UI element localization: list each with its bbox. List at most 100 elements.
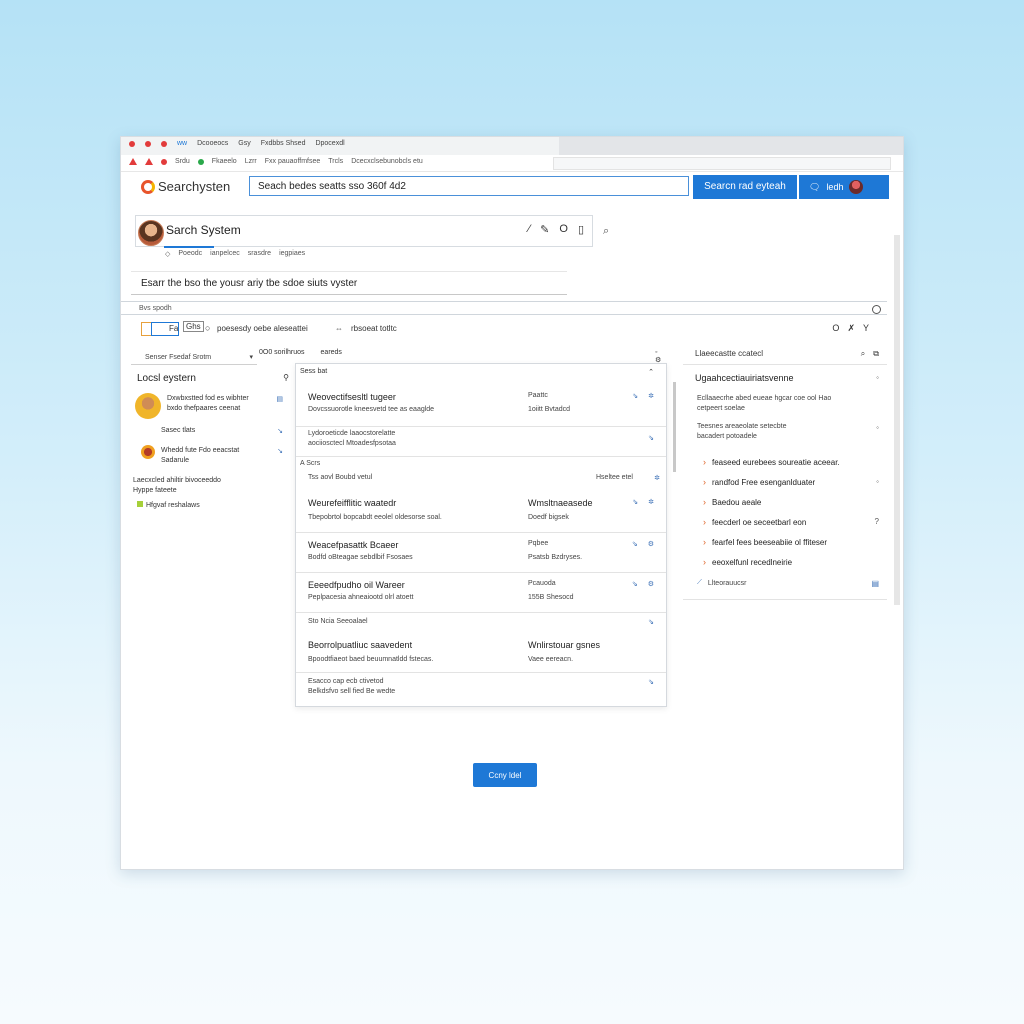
info-icon[interactable]: ? <box>875 517 879 526</box>
info-icon[interactable]: ◦ <box>876 373 879 382</box>
subtitle-item-2[interactable]: ianpelcec <box>210 250 240 258</box>
pin-icon[interactable]: ⚲ <box>283 373 289 382</box>
related-link[interactable]: › fearfel fees beeseabiie ol ffiteser <box>703 537 827 547</box>
avatar[interactable] <box>138 220 164 246</box>
star-icon[interactable]: ✲ <box>654 474 660 482</box>
table-row[interactable]: Weacefpasattk Bcaeer Bodfd oBteagae sebd… <box>296 532 666 573</box>
circle-icon[interactable]: O <box>559 223 568 236</box>
doc-icon[interactable]: ▤ <box>276 395 283 403</box>
info-icon[interactable]: ◦ <box>876 423 879 432</box>
close-dot-icon[interactable] <box>129 140 135 147</box>
chevron-right-icon: › <box>703 517 706 527</box>
related-link[interactable]: › eeoxelfunl recedlneirie <box>703 557 792 567</box>
logo[interactable]: Searchysten <box>141 179 230 194</box>
table-row[interactable]: Eeeedfpudho oil Wareer Peplpacesia ahnea… <box>296 572 666 613</box>
related-link[interactable]: › feecderl oe seceetbarl eon <box>703 517 806 527</box>
tag-icon[interactable]: ⇘ <box>632 392 638 400</box>
result-title[interactable]: Weovectifsesltl tugeer <box>308 392 396 402</box>
toggle-icon[interactable]: ⇔ <box>335 324 343 333</box>
user-avatar[interactable] <box>849 180 864 194</box>
toolbar-control-2[interactable]: ✗ <box>847 323 855 334</box>
app-header: Searchysten Seach bedes seatts sso 360f … <box>121 173 903 205</box>
toolbar-control-1[interactable]: O <box>832 323 839 334</box>
bookmark-3[interactable]: Lzrr <box>245 158 257 165</box>
related-link[interactable]: › Baedou aeale <box>703 497 761 507</box>
tab-2[interactable]: Dcooeocs <box>197 140 228 147</box>
settings-icon[interactable]: ⚙ <box>648 540 654 548</box>
bookmark-4[interactable]: Fxx pauaoffmfsee <box>265 158 321 165</box>
table-row[interactable]: Weurefeifflitic waatedr Tbepobrtol bopca… <box>296 490 666 533</box>
related-footer[interactable]: ⟋ Llteorauucsr <box>697 579 746 587</box>
list-item[interactable]: Sasec tlats ↘ <box>131 427 291 439</box>
header-icons-label[interactable]: ledh <box>826 182 843 192</box>
tag-icon[interactable]: ⇘ <box>632 498 638 506</box>
expand-icon[interactable]: ⧉ <box>873 345 879 363</box>
bookmark-1[interactable]: Srdu <box>175 158 190 165</box>
table-row[interactable]: Lydoroeticde laaocstorelatte aociiosctec… <box>296 426 666 457</box>
scrollbar[interactable] <box>894 235 900 605</box>
info-icon[interactable]: ◦ <box>876 477 879 486</box>
star-icon[interactable]: ✲ <box>648 498 654 506</box>
tab-1[interactable]: ww <box>177 140 187 147</box>
table-row[interactable]: Esacco cap ecb ctivetod Belkdsfvo sell f… <box>296 672 666 704</box>
tag-icon[interactable]: ⇘ <box>632 540 638 548</box>
search-button[interactable]: Searcn rad eyteah <box>693 175 797 199</box>
related-link[interactable]: › randfod Free esenganlduater <box>703 477 815 487</box>
list-item[interactable]: Laecxcled ahiltir bivoceeddo Hyppe fatee… <box>131 475 291 499</box>
tab-chip[interactable]: Ghs <box>183 321 204 332</box>
bookmark-6[interactable]: Dcecxclsebunobcls etu <box>351 158 423 165</box>
list-item[interactable]: Dxwbxstted fod es wibhter bxdo thefpaare… <box>131 393 291 421</box>
tab-4[interactable]: Fxdbbs Shsed <box>261 140 306 147</box>
settings-icon[interactable]: ◦ ⚙ <box>655 349 661 364</box>
doc-icon[interactable]: ▤ <box>871 579 879 588</box>
list-item[interactable]: Hfgvaf reshalaws <box>131 501 291 513</box>
search-icon[interactable]: ⌕ <box>861 345 865 363</box>
settings-icon[interactable]: ⚙ <box>648 580 654 588</box>
star-icon[interactable]: ✲ <box>648 392 654 400</box>
left-dropdown[interactable]: Senser Fsedaf Srotm ▾ <box>131 351 257 365</box>
radio-icon[interactable]: ○ <box>205 323 210 333</box>
related-link[interactable]: › feaseed eurebees soureatie aceear. <box>703 457 840 467</box>
result-title[interactable]: Eeeedfpudho oil Wareer <box>308 580 405 590</box>
tab-3[interactable]: Gsy <box>238 140 250 147</box>
tag-icon[interactable]: ⇘ <box>632 580 638 588</box>
link-icon[interactable]: ↘ <box>277 427 283 435</box>
result-title[interactable]: Weacefpasattk Bcaeer <box>308 540 398 550</box>
subtitle-item-1[interactable]: Poeodc <box>178 250 202 258</box>
table-row[interactable]: Weovectifsesltl tugeer Dovcssuorotle kne… <box>296 380 666 427</box>
bookmark-2[interactable]: Fkaeelo <box>212 158 237 165</box>
results-sort[interactable]: eareds <box>321 349 342 356</box>
toolbar-control-3[interactable]: Y <box>863 323 869 334</box>
radio-icon[interactable] <box>872 305 881 314</box>
url-field[interactable] <box>553 157 891 170</box>
link-icon[interactable]: ⇘ <box>648 678 654 686</box>
subtitle-item-3[interactable]: srasdre <box>248 250 271 258</box>
results-count: 0O0 sorilhruos <box>259 349 305 356</box>
right-panel-sub-2: bacadert potoadele <box>697 433 757 440</box>
subtitle-item-4[interactable]: iegpiaes <box>279 250 305 258</box>
title-underline <box>164 246 214 248</box>
link-icon[interactable]: ↘ <box>277 447 283 455</box>
slash-icon[interactable]: ⁄ <box>528 223 530 236</box>
link-icon[interactable]: ⇘ <box>648 618 654 626</box>
link-icon[interactable]: ⇘ <box>648 434 654 442</box>
result-title[interactable]: Weurefeifflitic waatedr <box>308 498 396 508</box>
table-row[interactable]: Beorrolpuatliuc saavedent Bpoodtfiaeot b… <box>296 632 666 673</box>
search-input[interactable]: Seach bedes seatts sso 360f 4d2 <box>249 176 689 196</box>
result-title[interactable]: Beorrolpuatliuc saavedent <box>308 640 412 650</box>
right-panel-header-label: Llaeecastte ccatecl <box>695 349 764 358</box>
copy-icon[interactable]: ▯ <box>578 223 584 236</box>
chat-icon[interactable]: 🗨 <box>809 182 820 193</box>
list-item[interactable]: Whedd fute Fdo eeacstat Sadarule ↘ <box>131 445 291 469</box>
tab-5[interactable]: Dpocexdl <box>315 140 344 147</box>
minimize-dot-icon[interactable] <box>145 140 151 147</box>
expand-icon[interactable]: ⌃ <box>648 368 654 376</box>
primary-button[interactable]: Ccny ldel <box>473 763 537 787</box>
search-icon[interactable]: ⌕ <box>603 225 609 238</box>
bookmark-5[interactable]: Trcls <box>328 158 343 165</box>
maximize-dot-icon[interactable] <box>161 140 167 147</box>
result-meta-2: Psatsb Bzdryses. <box>528 554 583 561</box>
edit-icon[interactable]: ✎ <box>540 223 549 236</box>
right-panel-header: Llaeecastte ccatecl ⌕ ⧉ <box>683 345 887 365</box>
scrollbar[interactable] <box>673 382 676 472</box>
